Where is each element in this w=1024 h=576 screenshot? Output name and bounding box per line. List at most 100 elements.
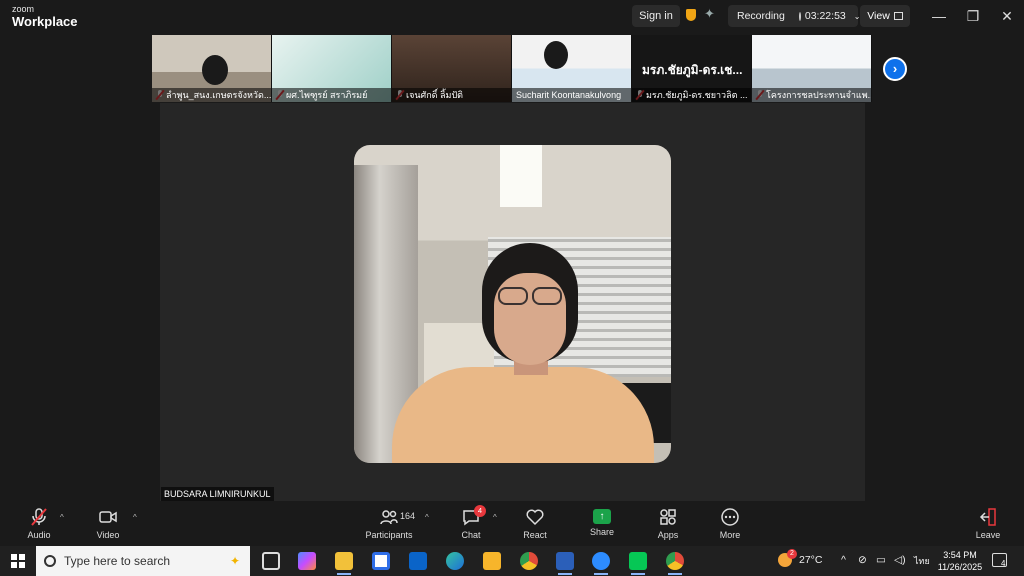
active-app-indicator — [337, 573, 351, 575]
participant-large-label: มรภ.ชัยภูมิ-ดร.เช... — [642, 63, 743, 77]
title-bar: zoom Workplace Sign in ✦ Recording 03:22… — [0, 0, 1024, 34]
grid-view-icon — [893, 12, 903, 20]
weather-temperature[interactable]: 27°C — [799, 554, 822, 566]
windows-taskbar: Type here to search ✦ 2 27°C ^ ⊘ ▭ ◁) ไท… — [0, 546, 1024, 576]
participant-name: เจนศักดิ์ ลิ้มปัติ — [392, 88, 511, 102]
active-speaker-video[interactable] — [354, 145, 671, 463]
participant-name: โครงการชลประทานจำแพ... — [752, 88, 871, 102]
leave-button[interactable]: Leave — [958, 507, 1018, 540]
chat-button[interactable]: 4 Chat — [441, 505, 501, 540]
participant-tile[interactable]: โครงการชลประทานจำแพ... — [752, 35, 872, 102]
more-button[interactable]: More — [700, 507, 760, 540]
share-label: Share — [589, 527, 615, 537]
meeting-timer: 03:22:53 — [804, 10, 846, 22]
audio-button[interactable]: Audio — [9, 507, 69, 540]
participant-name: Sucharit Koontanakulvong — [512, 88, 631, 102]
copilot-sparkle-icon: ✦ — [229, 554, 240, 568]
more-icon — [700, 507, 760, 527]
network-icon[interactable]: ▭ — [876, 554, 886, 566]
line-app-icon[interactable] — [629, 552, 647, 570]
system-clock[interactable]: 3:54 PM 11/26/2025 — [936, 549, 984, 573]
active-app-indicator — [631, 573, 645, 575]
share-screen-icon: ↑ — [593, 509, 611, 524]
video-button[interactable]: Video — [78, 507, 138, 540]
participant-strip: ลำพูน_สนง.เกษตรจังหวัด... ผศ.ไพฑูรย์ สรา… — [152, 35, 872, 102]
video-label: Video — [96, 530, 120, 540]
more-label: More — [719, 530, 741, 540]
chevron-up-icon[interactable]: ^ — [841, 554, 846, 566]
heart-icon — [505, 507, 565, 527]
next-page-button[interactable]: › — [883, 57, 907, 81]
ai-companion-icon[interactable]: ✦ — [704, 6, 715, 22]
react-label: React — [523, 530, 547, 540]
participants-options-caret-icon[interactable]: ^ — [425, 513, 429, 522]
share-button[interactable]: ↑ Share — [572, 507, 632, 537]
word-icon[interactable] — [556, 552, 574, 570]
file-explorer-icon[interactable] — [335, 552, 353, 570]
chat-label: Chat — [461, 530, 481, 540]
edge-browser-icon[interactable] — [446, 552, 464, 570]
participant-name: มรภ.ชัยภูมิ-ดร.ชยาวลิต ... — [632, 88, 751, 102]
speaker-shirt — [392, 367, 654, 463]
apps-label: Apps — [657, 530, 679, 540]
background-light — [500, 145, 542, 207]
participant-tile[interactable]: มรภ.ชัยภูมิ-ดร.เช... มรภ.ชัยภูมิ-ดร.ชยาว… — [632, 35, 752, 102]
logo-top-text: zoom — [12, 4, 35, 14]
zoom-app-icon[interactable] — [592, 552, 610, 570]
taskbar-search-box[interactable]: Type here to search ✦ — [36, 546, 250, 576]
view-label: View — [867, 10, 890, 22]
clock-date: 11/26/2025 — [937, 562, 983, 572]
react-button[interactable]: React — [505, 507, 565, 540]
participant-tile[interactable]: Sucharit Koontanakulvong — [512, 35, 632, 102]
restore-button[interactable]: ❐ — [962, 5, 984, 27]
chrome-icon[interactable] — [520, 552, 538, 570]
copilot-icon[interactable] — [298, 552, 316, 570]
audio-options-caret-icon[interactable]: ^ — [60, 513, 64, 522]
security-shield-icon[interactable] — [686, 9, 696, 21]
notification-count: 4 — [1001, 559, 1006, 568]
participant-tile[interactable]: เจนศักดิ์ ลิ้มปัติ — [392, 35, 512, 102]
active-app-indicator — [668, 573, 682, 575]
recording-indicator[interactable]: Recording 03:22:53 ⌄ — [728, 5, 860, 27]
participants-label: Participants — [365, 530, 413, 540]
leave-label: Leave — [975, 530, 1001, 540]
search-icon — [44, 555, 56, 567]
task-view-icon[interactable] — [262, 552, 280, 570]
apps-button[interactable]: Apps — [638, 507, 698, 540]
active-app-indicator — [558, 573, 572, 575]
leave-icon — [958, 507, 1018, 527]
logo-bottom-text: Workplace — [12, 14, 78, 29]
video-camera-icon — [78, 507, 138, 527]
participant-name: ผศ.ไพฑูรย์ สราภิรมย์ — [272, 88, 391, 102]
chat-unread-badge: 4 — [474, 505, 486, 517]
participant-avatar — [202, 55, 228, 85]
input-language[interactable]: ไทย — [914, 554, 930, 568]
microsoft-store-icon[interactable] — [372, 552, 390, 570]
view-button[interactable]: View — [860, 5, 910, 27]
speaker-volume-icon[interactable]: ◁) — [894, 554, 906, 566]
chat-icon: 4 — [441, 505, 501, 527]
zoom-logo: zoom Workplace — [12, 4, 78, 29]
active-app-indicator — [594, 573, 608, 575]
participant-avatar — [544, 41, 568, 69]
close-button[interactable]: ✕ — [996, 5, 1018, 27]
apps-icon — [638, 507, 698, 527]
meeting-toolbar: Audio ^ Video ^ Participants 164 ^ 4 Cha… — [0, 501, 1024, 546]
windows-start-icon[interactable] — [11, 554, 25, 568]
video-options-caret-icon[interactable]: ^ — [133, 513, 137, 522]
meet-now-icon[interactable]: ⊘ — [858, 554, 867, 566]
weather-badge: 2 — [787, 549, 797, 559]
sign-in-button[interactable]: Sign in — [632, 5, 680, 27]
audio-label: Audio — [27, 530, 51, 540]
participant-name: ลำพูน_สนง.เกษตรจังหวัด... — [152, 88, 271, 102]
minimize-button[interactable]: — — [928, 5, 950, 27]
participant-tile[interactable]: ลำพูน_สนง.เกษตรจังหวัด... — [152, 35, 272, 102]
speaker-glasses — [494, 287, 566, 307]
participant-tile[interactable]: ผศ.ไพฑูรย์ สราภิรมย์ — [272, 35, 392, 102]
outlook-icon[interactable] — [409, 552, 427, 570]
file-manager-icon[interactable] — [483, 552, 501, 570]
clock-time: 3:54 PM — [943, 550, 977, 560]
chat-options-caret-icon[interactable]: ^ — [493, 513, 497, 522]
participants-count: 164 — [400, 511, 416, 521]
chrome-icon[interactable] — [666, 552, 684, 570]
